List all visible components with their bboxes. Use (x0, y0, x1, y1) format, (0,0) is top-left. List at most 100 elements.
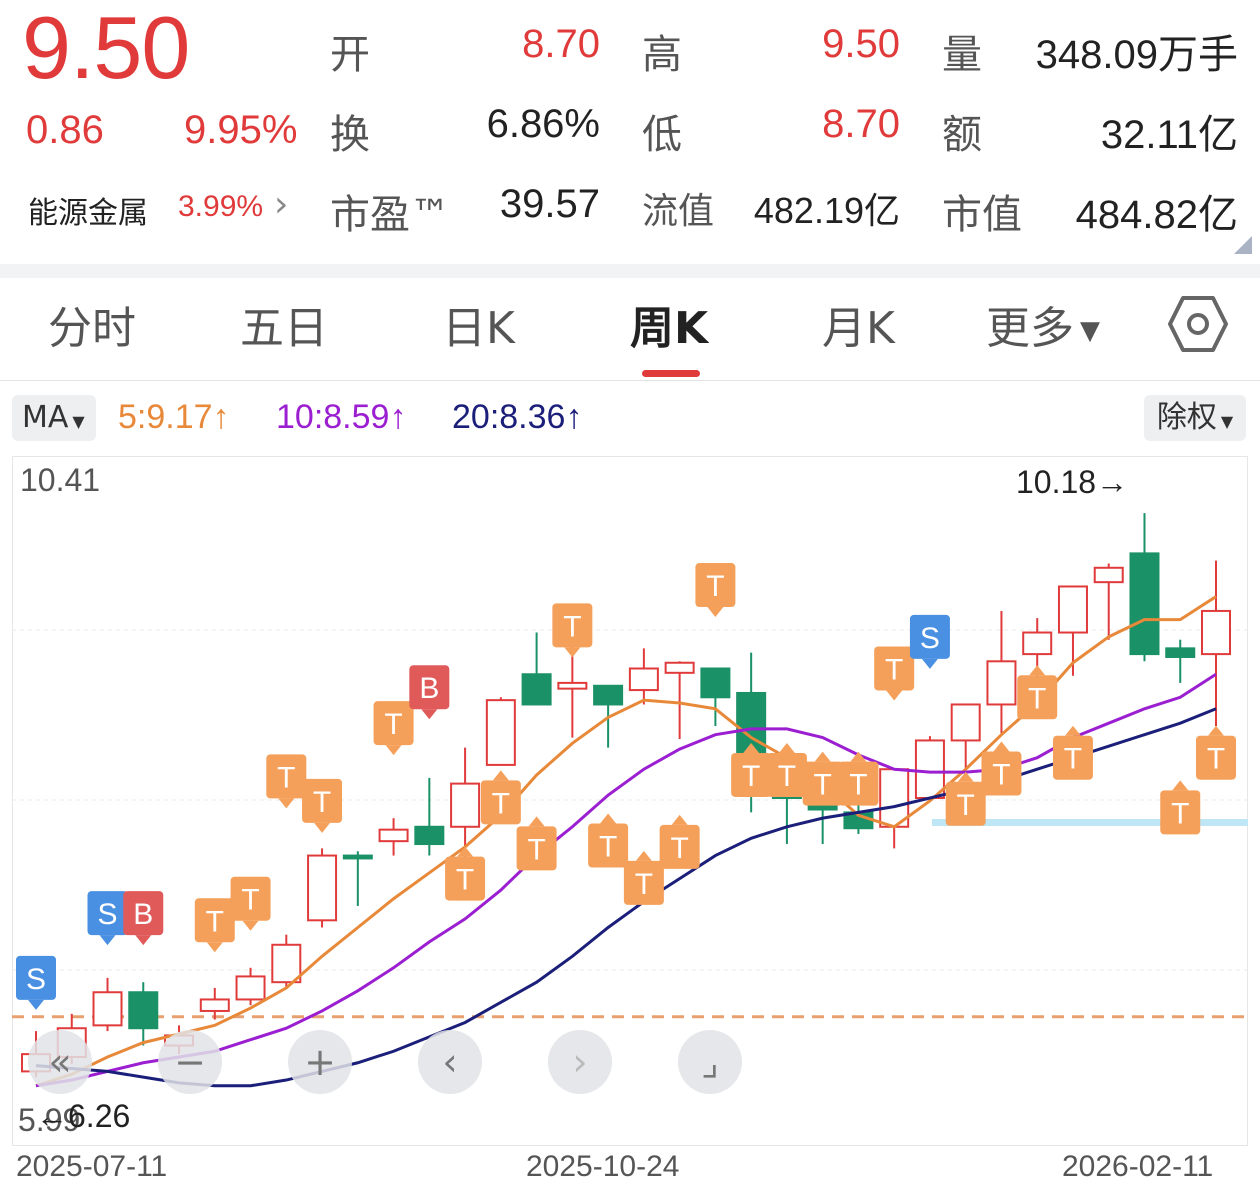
x-axis-label-start: 2025-07-11 (16, 1150, 168, 1183)
active-tab-indicator (642, 370, 700, 377)
scroll-left-far-button[interactable]: « (28, 1030, 92, 1094)
chevron-left-icon: ‹ (442, 1040, 458, 1084)
expand-corner-icon[interactable] (1234, 236, 1252, 254)
signal-t-badge[interactable]: T (659, 814, 700, 869)
candle-up (950, 703, 981, 742)
signal-s-badge[interactable]: S (87, 891, 128, 946)
signal-badge-pointer (671, 814, 688, 825)
signal-t-badge[interactable]: T (588, 813, 629, 868)
signal-t-badge[interactable]: T (802, 751, 843, 806)
sector-pct[interactable]: 3.99% (178, 190, 263, 224)
candle-up (485, 699, 516, 766)
prev-button[interactable]: ‹ (418, 1030, 482, 1094)
low-label: 低 (642, 112, 682, 158)
signal-t-badge[interactable]: T (373, 701, 414, 756)
signal-badge-letter: T (778, 760, 796, 793)
signal-badge-letter: S (98, 898, 118, 931)
last-price: 9.50 (22, 0, 190, 97)
signal-badge-letter: T (456, 864, 474, 897)
sector-name[interactable]: 能源金属 (28, 188, 148, 232)
signal-b-badge[interactable]: B (123, 891, 164, 946)
signal-badge-pointer (635, 850, 652, 861)
float-cap-label: 流值 (642, 191, 715, 232)
minus-icon: − (174, 1040, 206, 1084)
signal-t-badge[interactable]: T (302, 778, 343, 833)
candle-up (664, 661, 695, 674)
signal-t-badge[interactable]: T (1160, 780, 1201, 835)
signal-t-badge[interactable]: T (516, 816, 557, 871)
signal-badge-pointer (921, 658, 938, 669)
signal-t-badge[interactable]: T (230, 876, 271, 931)
tabs-divider (0, 380, 1260, 381)
double-chevron-left-icon: « (48, 1040, 72, 1084)
tab-five-day[interactable]: 五日 (240, 292, 328, 356)
signal-badge-pointer (314, 822, 331, 833)
candle-up (628, 667, 659, 692)
signal-t-badge[interactable]: T (1052, 725, 1093, 780)
chevron-right-icon[interactable]: › (274, 184, 288, 225)
signal-badge-letter: T (241, 884, 259, 917)
signal-badge-pointer (993, 741, 1010, 752)
candle-up (1093, 566, 1124, 584)
dropdown-caret-icon: ▼ (72, 412, 85, 431)
signal-badge-letter: T (1028, 682, 1046, 715)
tab-monthly-k[interactable]: 月K (822, 292, 895, 356)
settings-icon[interactable] (1168, 294, 1228, 354)
high-label: 高 (642, 32, 682, 78)
tab-weekly-k[interactable]: 周K (630, 292, 708, 356)
candle-up (450, 782, 481, 828)
candle-up (914, 739, 945, 800)
tab-more[interactable]: 更多 ▼ (986, 292, 1100, 356)
signal-t-badge[interactable]: T (480, 770, 521, 825)
tab-daily-k[interactable]: 日K (442, 292, 515, 356)
candle-down (342, 854, 373, 860)
signal-t-badge[interactable]: T (445, 846, 486, 901)
max-price-marker: 10.18→ (1016, 464, 1129, 500)
tab-intraday[interactable]: 分时 (48, 292, 136, 356)
signal-badge-letter: T (849, 769, 867, 802)
zoom-in-button[interactable]: + (288, 1030, 352, 1094)
fullscreen-button[interactable]: ⌟ (678, 1030, 742, 1094)
signal-t-badge[interactable]: T (552, 603, 593, 658)
next-button[interactable]: › (548, 1030, 612, 1094)
signal-s-badge[interactable]: S (909, 614, 950, 669)
fullscreen-icon: ⌟ (701, 1040, 719, 1084)
signal-t-badge[interactable]: T (1017, 665, 1058, 720)
zoom-out-button[interactable]: − (158, 1030, 222, 1094)
x-axis-label-mid: 2025-10-24 (526, 1150, 680, 1183)
signal-t-badge[interactable]: T (874, 646, 915, 701)
candle-up (307, 854, 338, 922)
indicator-selector[interactable]: MA ▼ (12, 395, 96, 441)
signal-badge-letter: T (313, 786, 331, 819)
candle-up (271, 943, 302, 984)
signal-badge-letter: T (957, 789, 975, 822)
min-price-marker: ←6.26 (36, 1098, 131, 1134)
signal-badge-letter: S (26, 963, 46, 996)
signal-badge-letter: T (599, 830, 617, 863)
signal-badge-pointer (385, 745, 402, 756)
signal-badge-letter: T (384, 708, 402, 741)
price-change: 0.86 (26, 108, 104, 152)
plus-icon: + (304, 1040, 336, 1084)
candle-up (378, 828, 409, 843)
candle-up (1022, 631, 1053, 656)
signal-b-badge[interactable]: B (409, 665, 450, 720)
ma5-readout: 5:9.17↑ (118, 398, 230, 436)
candle-up (199, 998, 230, 1012)
adjust-selector[interactable]: 除权 ▼ (1144, 395, 1246, 441)
signal-t-badge[interactable]: T (194, 898, 235, 953)
candle-up (92, 991, 123, 1027)
signal-badge-letter: T (277, 761, 295, 794)
amount-value: 32.11亿 (1100, 113, 1238, 157)
open-value: 8.70 (522, 22, 600, 66)
signal-t-badge[interactable]: T (695, 563, 736, 618)
candle-down (593, 684, 624, 706)
signal-t-badge[interactable]: T (623, 850, 664, 905)
signal-badge-letter: T (492, 787, 510, 820)
amount-label: 额 (942, 112, 982, 158)
signal-badge-pointer (814, 751, 831, 762)
signal-s-badge[interactable]: S (16, 955, 56, 1010)
pe-value: 39.57 (499, 182, 600, 226)
chevron-right-icon: › (572, 1040, 588, 1084)
signal-t-badge[interactable]: T (1196, 725, 1236, 780)
